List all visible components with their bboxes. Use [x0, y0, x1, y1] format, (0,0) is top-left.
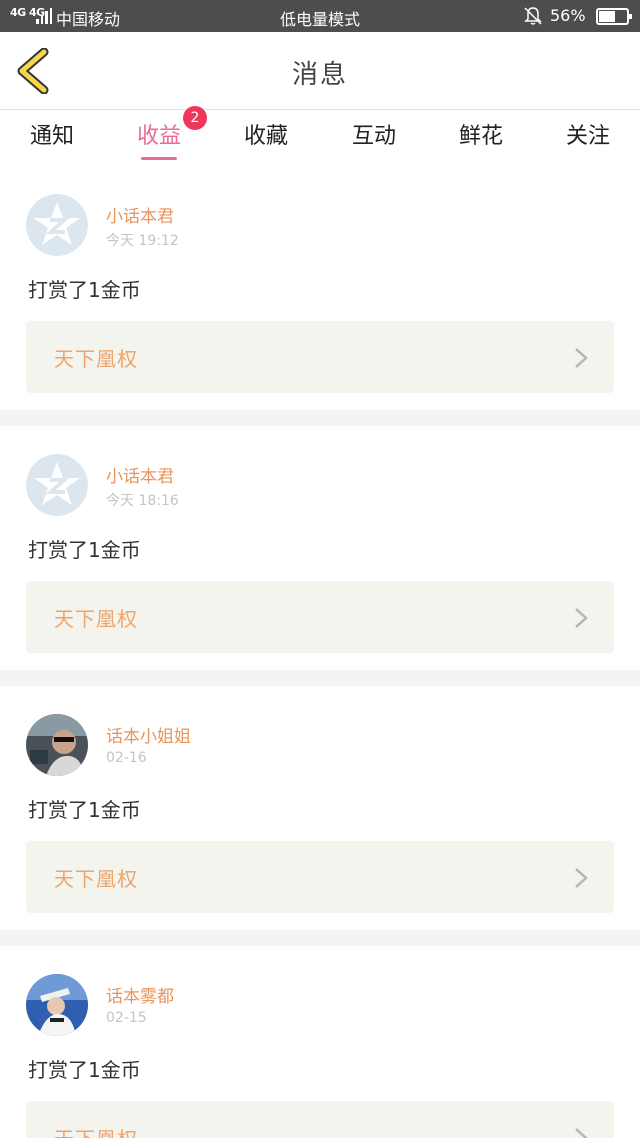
tab-label: 关注	[565, 124, 610, 149]
book-title: 天下凰权	[54, 607, 138, 631]
power-mode-label: 低电量模式	[279, 10, 360, 29]
message-text: 打赏了1金币	[28, 798, 141, 822]
timestamp: 今天 18:16	[106, 493, 179, 509]
tab-label: 鲜花	[458, 124, 503, 149]
user-photo-avatar[interactable]	[26, 714, 88, 776]
chevron-right-icon	[575, 868, 588, 888]
qzone-star-icon[interactable]	[26, 454, 88, 516]
tab-flowers[interactable]: 鲜花	[441, 118, 521, 166]
book-title: 天下凰权	[54, 867, 138, 891]
chevron-right-icon	[575, 1128, 588, 1138]
tab-earnings[interactable]: 收益 2	[119, 106, 207, 166]
chevron-right-icon	[575, 348, 588, 368]
active-tab-indicator	[141, 157, 177, 160]
status-bar: 4G 4G 中国移动 低电量模式 56%	[0, 0, 640, 32]
timestamp: 02-15	[106, 1010, 147, 1026]
tab-notifications[interactable]: 通知	[12, 118, 92, 166]
book-link[interactable]: 天下凰权	[26, 1101, 614, 1138]
tab-bar: 通知 收益 2 收藏 互动 鲜花 关注	[0, 106, 640, 166]
divider	[0, 410, 640, 426]
tab-label: 收益	[136, 124, 181, 149]
message-card: 话本雾都 02-15 打赏了1金币 天下凰权	[0, 946, 640, 1138]
message-feed: 小话本君 今天 19:12 打赏了1金币 天下凰权 小话本君 今天 18:16 …	[0, 166, 640, 1138]
battery-icon	[596, 8, 632, 25]
chevron-right-icon	[575, 608, 588, 628]
message-card: 小话本君 今天 18:16 打赏了1金币 天下凰权	[0, 426, 640, 670]
message-card: 小话本君 今天 19:12 打赏了1金币 天下凰权	[0, 166, 640, 410]
tab-label: 通知	[29, 124, 74, 149]
page-title: 消息	[291, 60, 348, 90]
qzone-star-icon[interactable]	[26, 194, 88, 256]
book-link[interactable]: 天下凰权	[26, 841, 614, 913]
message-text: 打赏了1金币	[28, 278, 141, 302]
tab-interactions[interactable]: 互动	[334, 118, 414, 166]
divider	[0, 930, 640, 946]
book-link[interactable]: 天下凰权	[26, 581, 614, 653]
battery-percent: 56%	[550, 6, 586, 25]
user-photo-avatar[interactable]	[26, 974, 88, 1036]
book-title: 天下凰权	[54, 1123, 138, 1138]
book-title: 天下凰权	[54, 347, 138, 371]
book-link[interactable]: 天下凰权	[26, 321, 614, 393]
battery-fill	[599, 11, 616, 22]
timestamp: 今天 19:12	[106, 233, 179, 249]
tab-label: 互动	[351, 124, 396, 149]
tab-following[interactable]: 关注	[548, 118, 628, 166]
message-text: 打赏了1金币	[28, 538, 141, 562]
username[interactable]: 话本小姐姐	[106, 722, 191, 747]
username[interactable]: 话本雾都	[106, 982, 174, 1007]
tab-favorites[interactable]: 收藏	[226, 118, 306, 166]
timestamp: 02-16	[106, 750, 147, 766]
bell-muted-icon	[524, 7, 542, 25]
unread-badge: 2	[183, 106, 207, 130]
divider	[0, 670, 640, 686]
message-card: 话本小姐姐 02-16 打赏了1金币 天下凰权	[0, 686, 640, 930]
message-text: 打赏了1金币	[28, 1058, 141, 1082]
username[interactable]: 小话本君	[106, 462, 174, 487]
username[interactable]: 小话本君	[106, 202, 174, 227]
tab-label: 收藏	[243, 124, 288, 149]
nav-bar: 消息	[0, 32, 640, 110]
